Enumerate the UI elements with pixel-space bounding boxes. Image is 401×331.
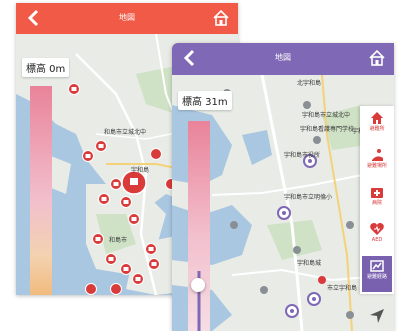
- map-label: 宇和島市立明倫小: [284, 193, 332, 201]
- home-icon[interactable]: [368, 49, 386, 67]
- app-header: 地図: [172, 43, 394, 75]
- elevation-bar[interactable]: [188, 121, 210, 331]
- map-label: 和島市: [109, 236, 127, 244]
- current-location-icon[interactable]: [368, 307, 386, 325]
- header-title: 地図: [275, 53, 291, 62]
- aed-icon: [370, 223, 384, 235]
- shelter-icon: [371, 112, 383, 124]
- filter-hospital-button[interactable]: 病院: [362, 182, 392, 215]
- filter-shelter-button[interactable]: 避難所: [362, 108, 392, 141]
- filter-label: 避難所: [369, 126, 385, 132]
- map-label: 宇和島市立城北中: [302, 111, 350, 119]
- elevation-label: 標高 31m: [178, 91, 232, 110]
- elevation-slider-handle[interactable]: [191, 278, 205, 292]
- map-screen-purple: 地図 北宇和島 宇和島市立城北中 宇和島市立明倫小 宇和島城 宇和島市役所 市立…: [172, 43, 394, 331]
- home-icon[interactable]: [212, 9, 230, 27]
- map-label: 宇和島市役所: [284, 151, 320, 159]
- filter-label: AED: [371, 237, 383, 243]
- map-label: 宇和島城: [297, 259, 321, 267]
- filter-label: 避難場所: [366, 163, 387, 169]
- hospital-icon: [371, 188, 383, 198]
- map-label: 宇和島: [131, 166, 149, 174]
- route-icon: [370, 260, 384, 272]
- header-title: 地図: [119, 13, 135, 22]
- filter-aed-button[interactable]: AED: [362, 219, 392, 252]
- map-label: 北宇和島: [297, 79, 321, 87]
- map-label: 宇和島看護専門学校: [300, 125, 354, 133]
- elevation-label: 標高 0m: [22, 58, 70, 77]
- app-header: 地図: [16, 3, 238, 34]
- filter-route-button[interactable]: 避難経路: [362, 256, 392, 292]
- map-label: 和島市立城北中: [104, 128, 146, 136]
- elevation-bar: [30, 86, 52, 295]
- filter-label: 避難経路: [366, 274, 387, 280]
- filter-label: 病院: [371, 200, 382, 206]
- facility-filter-panel: 避難所 避難場所 病院 AED 避難経路: [360, 106, 394, 294]
- map-label: 市立宇和島: [327, 284, 357, 292]
- filter-evacuation-site-button[interactable]: 避難場所: [362, 145, 392, 178]
- evacuation-site-icon: [372, 149, 383, 161]
